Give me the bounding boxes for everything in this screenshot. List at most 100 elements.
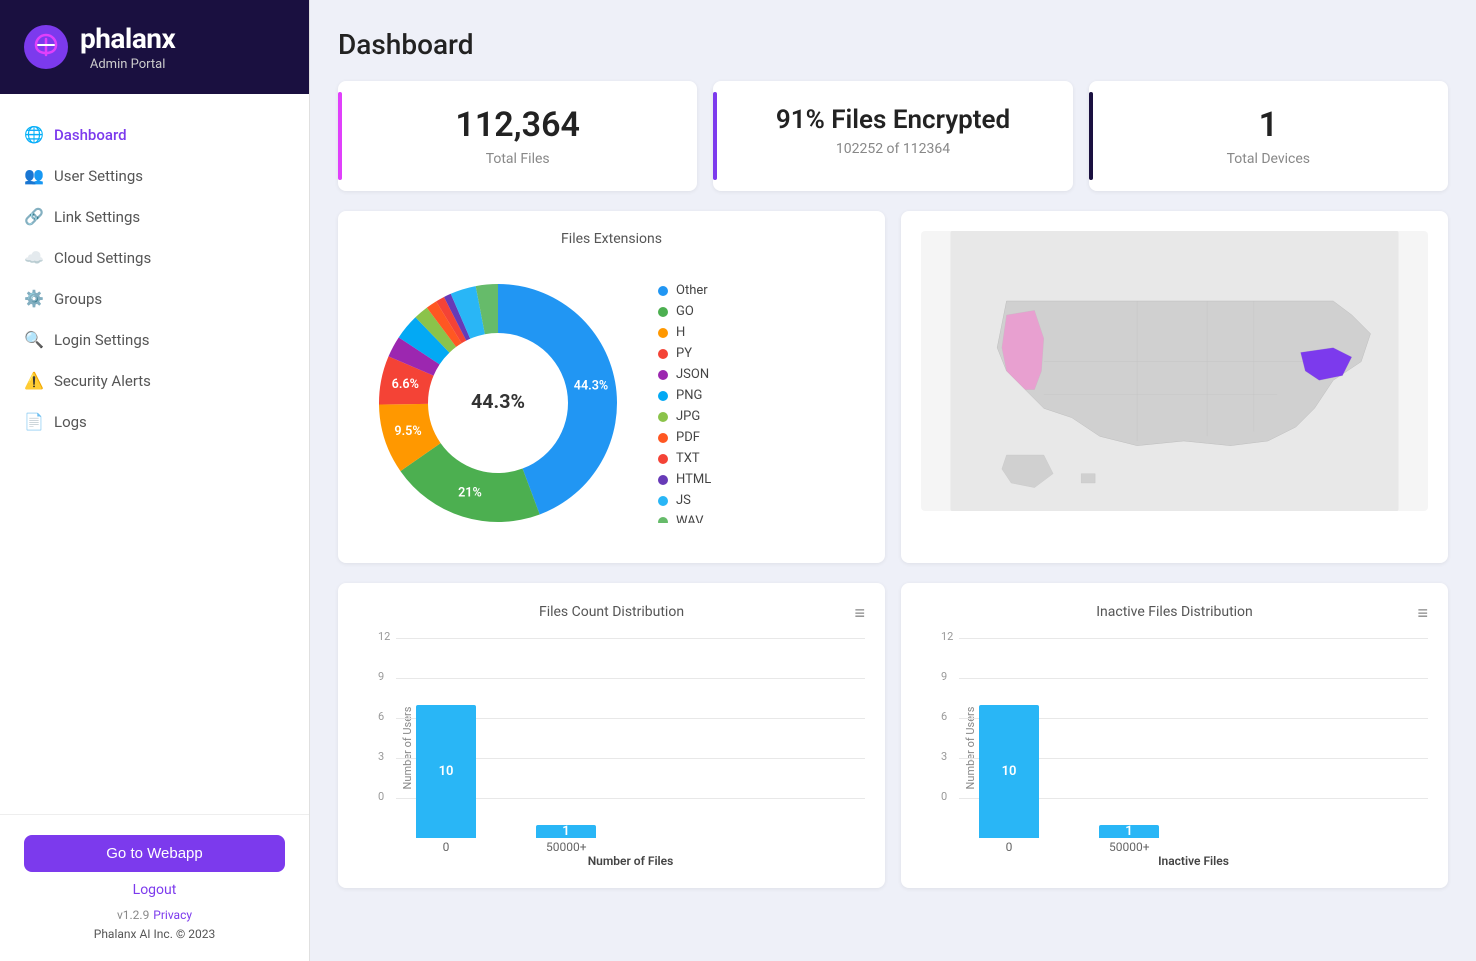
bar-value-1: 1 <box>1125 824 1132 839</box>
legend-label-js: JS <box>676 493 691 508</box>
version-info: v1.2.9 Privacy <box>24 904 285 923</box>
company-text: Phalanx AI Inc. © 2023 <box>24 927 285 941</box>
svg-text:9.5%: 9.5% <box>394 424 421 439</box>
legend-label-py: PY <box>676 346 692 361</box>
svg-text:44.3%: 44.3% <box>471 390 525 413</box>
legend-item-html: HTML <box>658 472 865 487</box>
legend-dot-wav <box>658 517 668 524</box>
total-devices-label: Total Devices <box>1227 151 1310 167</box>
files-extensions-title: Files Extensions <box>358 231 865 247</box>
page-title: Dashboard <box>338 28 1448 61</box>
inactive-files-menu-icon[interactable]: ≡ <box>1301 603 1428 624</box>
dashboard-label: Dashboard <box>54 126 127 144</box>
logs-icon: 📄 <box>24 412 44 431</box>
go-webapp-button[interactable]: Go to Webapp <box>24 835 285 872</box>
legend-dot-py <box>658 349 668 359</box>
groups-label: Groups <box>54 290 102 308</box>
version-text: v1.2.9 <box>117 908 149 922</box>
legend-label-pdf: PDF <box>676 430 700 445</box>
legend-dot-json <box>658 370 668 380</box>
legend-label-html: HTML <box>676 472 711 487</box>
x-axis-title: Number of Files <box>396 854 865 868</box>
legend-item-jpg: JPG <box>658 409 865 424</box>
user-settings-label: User Settings <box>54 167 143 185</box>
legend-item-png: PNG <box>658 388 865 403</box>
legend-item-go: GO <box>658 304 865 319</box>
files-count-chart: Number of Users129630 10 0 1 50000+Numbe… <box>358 628 865 868</box>
legend-dot-go <box>658 307 668 317</box>
sidebar-item-groups[interactable]: ⚙️ Groups <box>0 278 309 319</box>
y-label: 0 <box>378 790 384 803</box>
total-devices-value: 1 <box>1259 105 1278 145</box>
link-settings-label: Link Settings <box>54 208 140 226</box>
sidebar-item-dashboard[interactable]: 🌐 Dashboard <box>0 114 309 155</box>
legend: Other GO H PY JSON PNG JPG PDF TXT HTML JS WAV <box>658 283 865 523</box>
sidebar-item-user-settings[interactable]: 👥User Settings <box>0 155 309 196</box>
legend-label-txt: TXT <box>676 451 700 466</box>
y-label: 9 <box>941 670 947 683</box>
sidebar-footer: Go to Webapp Logout v1.2.9 Privacy Phala… <box>0 814 309 961</box>
sidebar-item-link-settings[interactable]: 🔗Link Settings <box>0 196 309 237</box>
sidebar-item-security-alerts[interactable]: ⚠️ Security Alerts <box>0 360 309 401</box>
legend-item-js: JS <box>658 493 865 508</box>
legend-label-jpg: JPG <box>676 409 700 424</box>
logout-link[interactable]: Logout <box>24 882 285 898</box>
chart-row-1: Files Extensions 44.3% 21% 9.5% 6.6% 44.3% O… <box>338 211 1448 563</box>
legend-item-other: Other <box>658 283 865 298</box>
bar-value-0: 10 <box>1002 764 1017 779</box>
y-label: 9 <box>378 670 384 683</box>
svg-text:21%: 21% <box>458 486 482 501</box>
x-label-1: 50000+ <box>546 840 586 854</box>
legend-dot-pdf <box>658 433 668 443</box>
svg-text:44.3%: 44.3% <box>574 378 608 393</box>
grid-line <box>396 638 865 639</box>
files-count-panel: Files Count Distribution ≡ Number of Use… <box>338 583 885 888</box>
us-map <box>921 231 1428 511</box>
sidebar-item-cloud-settings[interactable]: ☁️Cloud Settings <box>0 237 309 278</box>
files-count-menu-icon[interactable]: ≡ <box>738 603 865 624</box>
legend-item-py: PY <box>658 346 865 361</box>
main-content: Dashboard 112,364 Total Files 91% Files … <box>310 0 1476 961</box>
bar-0: 10 <box>416 705 476 838</box>
stat-card-files-encrypted: 91% Files Encrypted 102252 of 112364 <box>713 81 1072 191</box>
legend-label-json: JSON <box>676 367 709 382</box>
y-label: 6 <box>941 710 947 723</box>
files-encrypted-label: 102252 of 112364 <box>836 141 950 157</box>
bar-value-1: 1 <box>562 824 569 839</box>
legend-label-other: Other <box>676 283 708 298</box>
files-encrypted-value: 91% Files Encrypted <box>776 105 1010 135</box>
dashboard-icon: 🌐 <box>24 125 44 144</box>
donut-svg: 44.3% 21% 9.5% 6.6% 44.3% <box>358 263 638 543</box>
sidebar-item-login-settings[interactable]: 🔍Login Settings <box>0 319 309 360</box>
donut-container: 44.3% 21% 9.5% 6.6% 44.3% Other GO H PY JSON PNG J… <box>358 263 865 543</box>
legend-item-txt: TXT <box>658 451 865 466</box>
privacy-link[interactable]: Privacy <box>153 908 192 922</box>
files-extensions-panel: Files Extensions 44.3% 21% 9.5% 6.6% 44.3% O… <box>338 211 885 563</box>
login-settings-label: Login Settings <box>54 331 149 349</box>
cloud-settings-label: Cloud Settings <box>54 249 151 267</box>
legend-dot-h <box>658 328 668 338</box>
inactive-files-chart: Number of Users129630 10 0 1 50000+Inact… <box>921 628 1428 868</box>
svg-text:6.6%: 6.6% <box>392 377 419 392</box>
x-label-0: 0 <box>426 840 466 854</box>
inactive-files-title: Inactive Files Distribution <box>1048 604 1302 620</box>
legend-label-png: PNG <box>676 388 702 403</box>
legend-dot-js <box>658 496 668 506</box>
x-label-0: 0 <box>989 840 1029 854</box>
legend-item-json: JSON <box>658 367 865 382</box>
sidebar-nav: 🌐 Dashboard 👥User Settings🔗Link Settings☁️… <box>0 94 309 814</box>
security-alerts-label: Security Alerts <box>54 372 151 390</box>
groups-icon: ⚙️ <box>24 289 44 308</box>
y-label: 12 <box>378 630 390 643</box>
sidebar-item-logs[interactable]: 📄Logs <box>0 401 309 442</box>
stat-card-total-devices: 1 Total Devices <box>1089 81 1448 191</box>
legend-item-wav: WAV <box>658 514 865 523</box>
legend-dot-png <box>658 391 668 401</box>
legend-label-h: H <box>676 325 685 340</box>
grid-line <box>959 638 1428 639</box>
donut-chart: 44.3% 21% 9.5% 6.6% 44.3% <box>358 263 638 543</box>
us-map-panel <box>901 211 1448 563</box>
grid-line <box>396 678 865 679</box>
security-alerts-icon: ⚠️ <box>24 371 44 390</box>
files-count-title: Files Count Distribution <box>485 604 739 620</box>
